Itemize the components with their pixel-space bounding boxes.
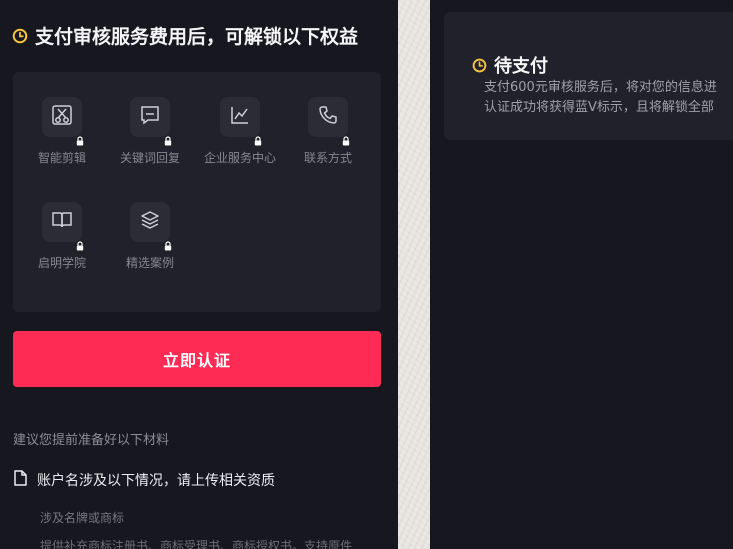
- pending-title: 待支付: [494, 56, 548, 77]
- benefits-grid: 智能剪辑 关键词回复 企业服务中心 联系方式 启明学院 精选案例: [13, 72, 381, 312]
- benefit-label: 启明学院: [37, 256, 86, 270]
- benefit-label: 关键词回复: [119, 151, 180, 165]
- benefit-featured-cases[interactable]: 精选案例: [103, 202, 197, 271]
- materials-sub-title: 涉及名牌或商标: [40, 511, 125, 525]
- document-icon: [13, 470, 27, 490]
- benefit-label: 联系方式: [303, 151, 352, 165]
- benefits-header: 支付审核服务费用后，可解锁以下权益: [12, 22, 358, 49]
- benefit-label: 企业服务中心: [203, 151, 276, 165]
- materials-sub-desc: 提供补充商标注册书、商标受理书、商标授权书。支持原件: [40, 539, 353, 549]
- materials-item: 账户名涉及以下情况，请上传相关资质: [13, 470, 275, 490]
- phone-icon: [317, 104, 339, 130]
- chat-icon: [139, 104, 161, 130]
- materials-title: 账户名涉及以下情况，请上传相关资质: [37, 473, 275, 489]
- chart-icon: [229, 104, 251, 130]
- benefit-keyword-reply[interactable]: 关键词回复: [103, 97, 197, 166]
- lock-icon: [253, 131, 263, 146]
- lock-icon: [163, 131, 173, 146]
- clock-icon: [472, 58, 487, 73]
- payment-panel: 待支付 支付600元审核服务后，将对您的信息进 认证成功将获得蓝V标示，且将解锁…: [430, 0, 733, 549]
- lock-icon: [75, 236, 85, 251]
- layers-icon: [139, 209, 161, 235]
- lock-icon: [75, 131, 85, 146]
- lock-icon: [163, 236, 173, 251]
- verify-now-button[interactable]: 立即认证: [13, 331, 381, 387]
- book-icon: [51, 209, 73, 235]
- benefits-title: 支付审核服务费用后，可解锁以下权益: [35, 26, 359, 48]
- pending-header: 待支付: [472, 52, 548, 78]
- benefit-contact[interactable]: 联系方式: [281, 97, 375, 166]
- lock-icon: [341, 131, 351, 146]
- paper-divider: [398, 0, 430, 549]
- benefit-enterprise-service[interactable]: 企业服务中心: [193, 97, 287, 166]
- pending-payment-card: 待支付 支付600元审核服务后，将对您的信息进 认证成功将获得蓝V标示，且将解锁…: [444, 12, 733, 140]
- benefit-academy[interactable]: 启明学院: [15, 202, 109, 271]
- advice-text: 建议您提前准备好以下材料: [13, 433, 170, 448]
- benefit-label: 精选案例: [125, 256, 174, 270]
- benefit-smart-edit[interactable]: 智能剪辑: [15, 97, 109, 166]
- pending-line-2: 认证成功将获得蓝V标示，且将解锁全部: [484, 100, 714, 115]
- benefits-panel: 支付审核服务费用后，可解锁以下权益 智能剪辑 关键词回复 企业服务中心 联系方式…: [0, 0, 398, 549]
- clock-icon: [12, 28, 28, 44]
- benefit-label: 智能剪辑: [37, 151, 86, 165]
- pending-line-1: 支付600元审核服务后，将对您的信息进: [484, 80, 717, 95]
- scissors-icon: [51, 104, 73, 130]
